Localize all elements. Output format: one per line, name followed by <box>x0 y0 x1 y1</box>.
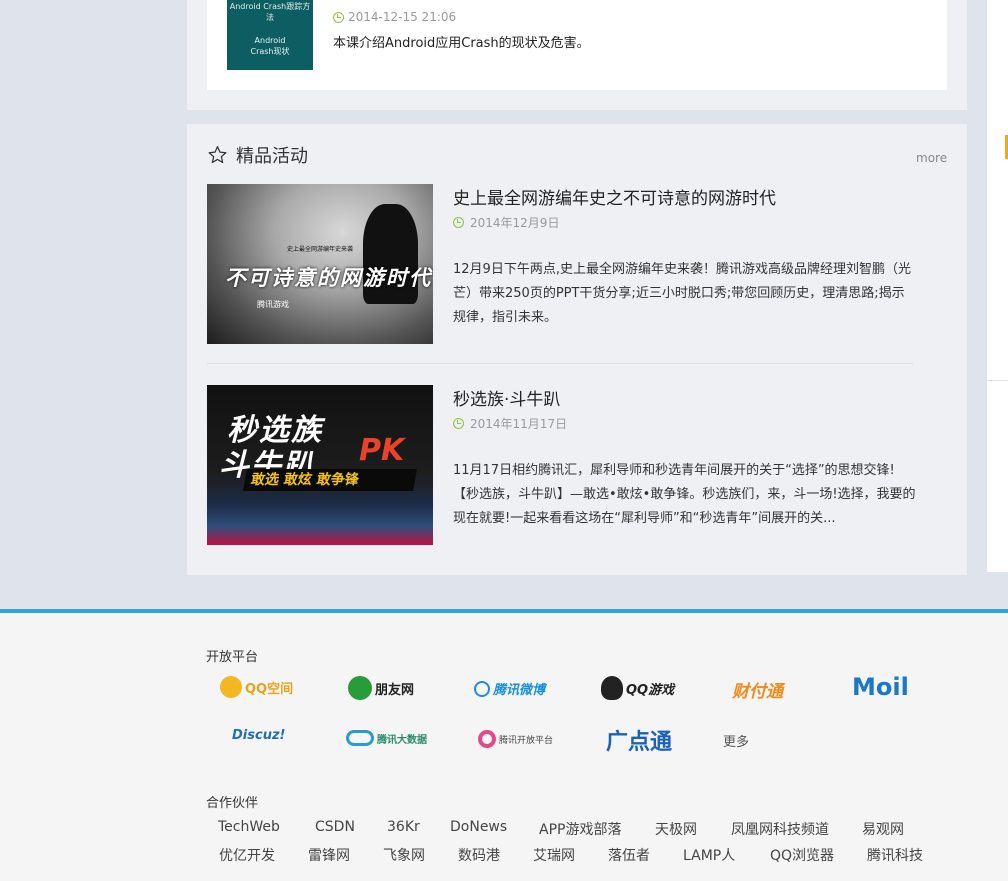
platform-more-link[interactable]: 更多 <box>723 731 749 750</box>
partner-link[interactable]: 易观网 <box>862 819 904 839</box>
platform-label: 广点通 <box>606 730 673 755</box>
course-thumbnail[interactable]: Android Crash跟踪方法 Android Crash现状 <box>227 0 313 70</box>
partner-link[interactable]: APP游戏部落 <box>539 819 621 839</box>
partner-link[interactable]: 飞象网 <box>383 845 425 865</box>
activity-title[interactable]: 秒选族·斗牛趴 <box>453 385 560 410</box>
partner-link[interactable]: 优亿开发 <box>219 845 275 865</box>
clock-icon <box>333 11 344 23</box>
platform-moil[interactable]: Moil <box>852 673 909 701</box>
platform-label: 腾讯开放平台 <box>499 735 554 746</box>
activities-header: 精品活动 <box>207 142 308 168</box>
item-divider <box>207 363 913 364</box>
platform-qzone[interactable]: QQ空间 <box>220 676 293 698</box>
right-sidebar <box>987 0 1008 572</box>
activity-title[interactable]: 史上最全网游编年史之不可诗意的网游时代 <box>453 184 776 209</box>
partner-link[interactable]: 雷锋网 <box>308 845 350 865</box>
course-description: 本课介绍Android应用Crash的现状及危害。 <box>333 36 590 51</box>
partner-link[interactable]: 落伍者 <box>608 845 650 865</box>
platform-label: 财付通 <box>732 682 783 702</box>
activity-item[interactable]: 史上最全网游编年史来袭 不可诗意的网游时代 腾讯游戏 史上最全网游编年史之不可诗… <box>207 184 917 344</box>
activity-thumbnail[interactable]: 秒选族 斗牛趴 PK 敢选 敢炫 敢争锋 <box>207 385 433 545</box>
partner-link[interactable]: 天极网 <box>655 819 697 839</box>
qzone-icon <box>220 676 242 698</box>
course-date: 2014-12-15 21:06 <box>333 10 456 24</box>
platform-label: QQ游戏 <box>626 682 675 698</box>
platform-discuz[interactable]: Discuz! <box>232 728 285 743</box>
platform-weibo[interactable]: 腾讯微博 <box>474 679 545 698</box>
thumb-headline: 不可诗意的网游时代 <box>225 266 432 290</box>
activity-description: 11月17日相约腾讯汇，犀利导师和秒选青年间展开的关于“选择”的思想交锋!【秒选… <box>453 463 916 526</box>
platform-label: Discuz! <box>232 728 286 743</box>
course-thumb-subtitle-2: Crash现状 <box>250 47 290 56</box>
partner-link[interactable]: TechWeb <box>218 819 280 835</box>
partners-title: 合作伙伴 <box>206 796 259 811</box>
course-date-text: 2014-12-15 21:06 <box>348 10 457 24</box>
thumb-pk: PK <box>359 433 405 468</box>
thumb-band: 敢选 敢炫 敢争锋 <box>243 469 417 491</box>
course-thumb-subtitle-1: Android <box>254 36 286 45</box>
activity-description: 12月9日下午两点,史上最全网游编年史来袭！腾讯游戏高级品牌经理刘智鹏（光芒）带… <box>453 262 911 325</box>
activities-title: 精品活动 <box>236 146 308 167</box>
clover-icon <box>348 676 372 700</box>
course-thumb-title: Android Crash跟踪方法 <box>229 2 311 22</box>
activity-date-text: 2014年12月9日 <box>470 216 560 230</box>
partner-link[interactable]: 数码港 <box>458 845 500 865</box>
open-platform-title: 开放平台 <box>206 650 259 665</box>
platform-label: 腾讯大数据 <box>377 734 427 746</box>
partner-link[interactable]: 艾瑞网 <box>533 845 575 865</box>
activity-date-text: 2014年11月17日 <box>470 417 568 431</box>
platform-label: Moil <box>852 673 909 701</box>
activity-item[interactable]: 秒选族 斗牛趴 PK 敢选 敢炫 敢争锋 秒选族·斗牛趴 2014年11月17日… <box>207 385 917 545</box>
activity-thumbnail[interactable]: 史上最全网游编年史来袭 不可诗意的网游时代 腾讯游戏 <box>207 184 433 344</box>
star-icon <box>208 146 227 164</box>
partner-link[interactable]: CSDN <box>315 819 355 835</box>
platform-label: QQ空间 <box>245 681 294 697</box>
activities-more-link[interactable]: more <box>916 151 947 165</box>
partner-link[interactable]: DoNews <box>450 819 507 835</box>
platform-gdt[interactable]: 广点通 <box>606 724 672 756</box>
partner-link[interactable]: 凤凰网科技频道 <box>731 819 829 839</box>
platform-pengyou[interactable]: 朋友网 <box>348 676 414 700</box>
platform-tenpay[interactable]: 财付通 <box>732 677 783 702</box>
platform-label: 朋友网 <box>375 682 415 698</box>
thumb-brand: 腾讯游戏 <box>257 300 289 309</box>
penguin-icon <box>601 676 623 700</box>
partner-link[interactable]: QQ浏览器 <box>770 845 834 865</box>
weibo-icon <box>474 680 490 697</box>
platform-qqgame[interactable]: QQ游戏 <box>601 676 674 700</box>
thumb-caption: 史上最全网游编年史来袭 <box>287 246 354 253</box>
partner-link[interactable]: 36Kr <box>387 819 420 835</box>
platform-label: 腾讯微博 <box>493 683 546 698</box>
platform-bigdata[interactable]: 腾讯大数据 <box>346 730 427 746</box>
platform-label: 更多 <box>723 735 750 750</box>
platform-open[interactable]: 腾讯开放平台 <box>478 730 553 748</box>
activity-date: 2014年12月9日 <box>453 214 559 231</box>
partner-link[interactable]: LAMP人 <box>683 845 735 865</box>
infinity-icon <box>346 730 374 746</box>
clock-icon <box>453 418 464 429</box>
clock-icon <box>453 217 464 228</box>
activity-date: 2014年11月17日 <box>453 415 567 432</box>
partner-link[interactable]: 腾讯科技 <box>867 845 923 865</box>
open-platform-icon <box>478 730 496 748</box>
